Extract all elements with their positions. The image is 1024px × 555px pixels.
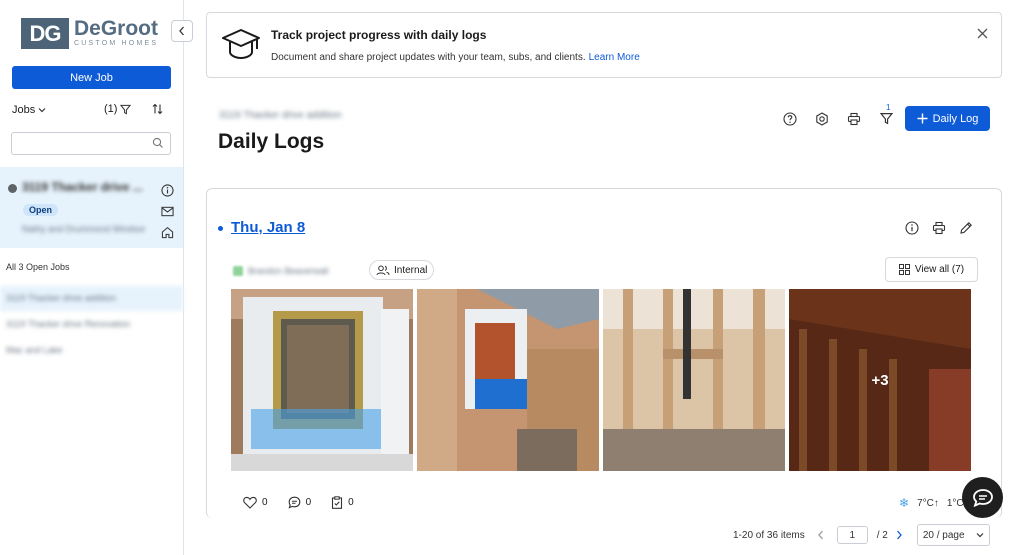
- comment-count: 0: [305, 497, 312, 508]
- view-all-label: View all (7): [914, 264, 965, 275]
- log-photo[interactable]: [603, 289, 785, 471]
- comment-icon: [288, 496, 300, 509]
- close-icon[interactable]: [977, 28, 988, 39]
- chevron-down-icon: [38, 108, 46, 113]
- page-number-input[interactable]: 1: [836, 526, 868, 544]
- author-name: Brandon Beaverwall: [248, 266, 329, 276]
- log-photo[interactable]: [417, 289, 599, 471]
- banner-text: Document and share project updates with …: [271, 52, 586, 63]
- window-photo: [231, 289, 413, 471]
- framing-photo: [603, 289, 785, 471]
- page-title: Daily Logs: [218, 130, 325, 153]
- add-daily-log-button[interactable]: Daily Log: [905, 106, 990, 131]
- help-icon: [783, 111, 797, 126]
- more-photos-overlay[interactable]: +3: [789, 289, 971, 471]
- daily-log-card: Thu, Jan 8 Brandon Beaverwall Internal V…: [206, 188, 1002, 518]
- visibility-badge: Internal: [369, 260, 435, 280]
- filter-icon: [879, 113, 893, 125]
- gear-icon: [816, 111, 828, 126]
- chat-button[interactable]: [962, 477, 1003, 518]
- logo-subtitle: CUSTOM HOMES: [74, 40, 159, 47]
- home-icon[interactable]: [161, 226, 174, 239]
- info-banner: Track project progress with daily logs D…: [206, 12, 1002, 78]
- banner-title: Track project progress with daily logs: [271, 28, 487, 42]
- info-icon[interactable]: [161, 184, 174, 197]
- view-all-photos-button[interactable]: View all (7): [885, 257, 978, 282]
- search-icon: [152, 137, 163, 148]
- logo-name: DeGroot: [74, 17, 158, 40]
- settings-button[interactable]: [813, 110, 831, 128]
- info-icon[interactable]: [905, 221, 919, 235]
- new-job-button[interactable]: New Job: [12, 66, 171, 89]
- job-status-dot: [8, 184, 17, 193]
- chevron-left-icon[interactable]: [817, 530, 825, 540]
- company-logo[interactable]: DG DeGroot CUSTOM HOMES: [21, 18, 158, 49]
- mail-icon[interactable]: [161, 206, 174, 217]
- log-photo[interactable]: [231, 289, 413, 471]
- graduation-cap-icon: [222, 29, 260, 60]
- sort-icon: [152, 103, 163, 115]
- print-icon[interactable]: [932, 221, 946, 235]
- log-date-link[interactable]: Thu, Jan 8: [231, 219, 305, 236]
- logo-mark: DG: [21, 18, 69, 49]
- job-subtitle: Nathy and Drummond Windsor: [22, 224, 146, 234]
- collapse-sidebar-button[interactable]: [171, 20, 193, 42]
- users-icon: [376, 265, 390, 275]
- avatar: [233, 266, 243, 276]
- filter-count: (1): [104, 103, 118, 115]
- log-photo[interactable]: +3: [789, 289, 971, 471]
- task-count: 0: [348, 497, 354, 508]
- grid-icon: [898, 264, 910, 275]
- visibility-label: Internal: [394, 264, 428, 276]
- plus-icon: [917, 113, 928, 124]
- weather-info: ❄ 7°C↑ 1°C: [899, 496, 964, 510]
- chevron-right-icon[interactable]: [895, 530, 903, 540]
- page-total: / 2: [876, 529, 888, 541]
- job-title: 3119 Thacker drive ...: [22, 180, 143, 194]
- selected-job-card[interactable]: 3119 Thacker drive ... Open Nathy and Dr…: [0, 167, 183, 248]
- print-button[interactable]: [845, 110, 863, 128]
- jobs-label: Jobs: [12, 104, 36, 116]
- add-daily-log-label: Daily Log: [932, 112, 979, 125]
- jobs-dropdown[interactable]: Jobs: [12, 104, 46, 116]
- comments-button[interactable]: 0: [288, 496, 312, 509]
- list-item[interactable]: Mac and Lake: [0, 338, 183, 363]
- exterior-photo: [417, 289, 599, 471]
- clipboard-icon: [332, 496, 343, 509]
- sort-button[interactable]: [152, 103, 163, 118]
- status-badge: Open: [23, 204, 59, 216]
- list-item[interactable]: 3119 Thacker drive addition: [0, 286, 183, 311]
- page-size-select[interactable]: 20 / page: [916, 524, 990, 546]
- jobs-filter-button[interactable]: (1): [104, 103, 132, 115]
- open-jobs-label: All 3 Open Jobs: [6, 262, 70, 272]
- pagination-range: 1-20 of 36 items: [733, 529, 805, 541]
- weather-high: 7°C↑: [917, 497, 939, 509]
- log-author: Brandon Beaverwall: [233, 261, 329, 281]
- chat-icon: [972, 488, 993, 507]
- log-bullet: [218, 226, 223, 231]
- chevron-left-icon: [179, 26, 184, 36]
- list-item[interactable]: 3119 Thacker drive Renovation: [0, 312, 183, 337]
- filter-icon: [120, 104, 132, 114]
- filter-button[interactable]: 1: [877, 103, 895, 128]
- sidebar: DG DeGroot CUSTOM HOMES New Job Jobs (1)…: [0, 0, 184, 555]
- like-count: 0: [262, 497, 268, 508]
- edit-icon[interactable]: [959, 221, 973, 235]
- breadcrumb[interactable]: 3119 Thacker drive addition: [219, 110, 342, 121]
- help-button[interactable]: [781, 110, 799, 128]
- print-icon: [847, 112, 861, 125]
- learn-more-link[interactable]: Learn More: [589, 52, 640, 63]
- chevron-down-icon: [976, 533, 984, 538]
- snowflake-icon: ❄: [899, 496, 910, 510]
- like-button[interactable]: 0: [243, 496, 268, 509]
- tasks-button[interactable]: 0: [331, 496, 354, 509]
- pagination: 1-20 of 36 items 1 / 2 20 / page: [733, 524, 990, 546]
- filter-count-badge: 1: [886, 102, 891, 112]
- page-size-value: 20 / page: [922, 529, 965, 541]
- heart-icon: [243, 496, 257, 509]
- jobs-search-input[interactable]: [11, 132, 171, 155]
